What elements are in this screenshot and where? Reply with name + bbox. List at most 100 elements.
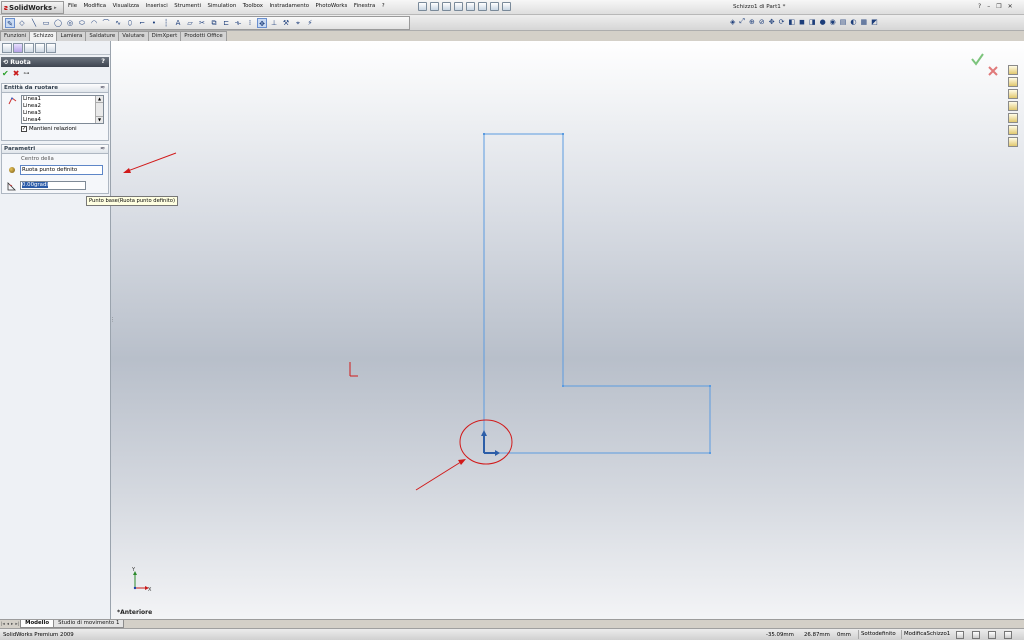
sketch-profile[interactable] [483,133,711,454]
display-style-icon[interactable]: ◼ [543,41,549,43]
hide-show-icon[interactable]: ◐ [850,18,856,26]
view-settings-icon[interactable]: ▤ [840,18,847,26]
list-item[interactable]: Linea4 [22,117,103,124]
property-manager-tab-icon[interactable] [13,43,23,53]
menu-file[interactable]: File [68,3,77,9]
offset-icon[interactable]: ⊏ [221,18,231,28]
undo-icon[interactable] [466,2,475,11]
save-icon[interactable] [442,2,451,11]
zoom-area-icon[interactable]: ⊕ [749,18,755,26]
tab-funzioni[interactable]: Funzioni [0,31,31,41]
keep-relations-checkbox[interactable]: ✓ [21,126,27,132]
restore-icon[interactable]: ❐ [996,3,1001,10]
cancel-x-icon[interactable]: ✖ [13,69,20,78]
close-icon[interactable]: ✕ [1008,3,1013,10]
panel-splitter-handle[interactable]: ⋮ [110,318,115,332]
zoom-to-fit-icon[interactable]: ⤢ [499,41,505,43]
zoom-fit-icon[interactable]: ⤢ [739,17,745,26]
scene-icon[interactable]: ◉ [830,18,836,26]
pan-icon[interactable]: ✥ [769,18,775,26]
tab-dimxpert[interactable]: DimXpert [147,31,182,41]
entities-group-header[interactable]: Entità da ruotare ≈ [2,84,108,93]
open-folder-icon[interactable] [430,2,439,11]
search-icon[interactable] [1008,101,1018,111]
plane-icon[interactable]: ▱ [185,18,195,28]
shadow-icon[interactable]: ◩ [871,18,878,26]
trim-icon[interactable]: ✂ [197,18,207,28]
resources-icon[interactable] [1008,65,1018,75]
tangent-arc-icon[interactable]: ⌒ [101,18,111,28]
edit-appearance-icon[interactable]: ● [561,41,567,43]
chevron-up-icon[interactable]: ≈ [100,84,105,91]
next-tab-icon[interactable]: ▸ [11,622,13,627]
base-point-field[interactable]: Ruota punto definito [20,165,103,175]
slot-icon[interactable]: ⬭ [77,18,87,28]
tab-modello[interactable]: Modello [20,620,55,628]
menu-toolbox[interactable]: Toolbox [243,3,263,9]
help-icon[interactable]: ? [101,57,105,65]
select-icon[interactable] [478,2,487,11]
centerline-icon[interactable]: ┆ [161,18,171,28]
chevron-up-icon[interactable]: ≈ [100,145,105,152]
print-icon[interactable] [454,2,463,11]
ok-check-icon[interactable]: ✔ [2,69,9,78]
perimeter-circle-icon[interactable]: ◎ [65,18,75,28]
rebuild-icon[interactable] [490,2,499,11]
shaded-icon[interactable]: ◼ [799,18,805,26]
tab-lamiera[interactable]: Lamiera [56,31,87,41]
angle-input[interactable]: 0.00gradi [20,181,86,190]
line-icon[interactable]: ╲ [29,18,39,28]
pattern-icon[interactable]: ⁞ [245,18,255,28]
appearance-icon[interactable]: ● [820,18,826,26]
menu-photoworks[interactable]: PhotoWorks [316,3,348,9]
help-icon[interactable]: ? [978,3,981,10]
point-icon[interactable]: • [149,18,159,28]
view-orientation-icon[interactable]: ◈ [730,18,735,26]
list-scrollbar[interactable]: ▲ ▼ [95,96,103,123]
tab-studio-movimento[interactable]: Studio di movimento 1 [53,620,125,628]
last-tab-icon[interactable]: ▸| [15,622,19,627]
base-point-origin[interactable] [481,430,500,456]
new-document-icon[interactable] [418,2,427,11]
entities-list[interactable]: Linea1 Linea2 Linea3 Linea4 ▲ ▼ [21,95,104,124]
circle-icon[interactable]: ◯ [53,18,63,28]
file-explorer-icon[interactable] [1008,89,1018,99]
arc-icon[interactable]: ◠ [89,18,99,28]
tab-schizzo[interactable]: Schizzo [29,31,58,41]
prev-tab-icon[interactable]: ◂ [7,622,9,627]
tab-prodotti-office[interactable]: Prodotti Office [180,31,227,41]
tab-saldature[interactable]: Saldature [85,31,120,41]
custom-properties-icon[interactable] [1008,137,1018,147]
menu-visualizza[interactable]: Visualizza [113,3,140,9]
list-item[interactable]: Linea1 [22,96,103,103]
rapid-sketch-icon[interactable]: ⚡ [305,18,315,28]
confirm-cancel-icon[interactable] [988,66,998,76]
solidworks-logo-menu[interactable]: ƨ SolidWorks ▸ [1,1,64,14]
view-palette-icon[interactable] [1008,113,1018,123]
scroll-up-icon[interactable]: ▲ [96,96,103,103]
menu-help[interactable]: ? [382,3,385,9]
section-view-icon[interactable]: ◨ [809,18,816,26]
rectangle-icon[interactable]: ▭ [41,18,51,28]
menu-inserisci[interactable]: Inserisci [146,3,168,9]
pushpin-icon[interactable]: ⊶ [23,70,29,77]
display-relations-icon[interactable]: ⊥ [269,18,279,28]
menu-instradamento[interactable]: Instradamento [269,3,309,9]
hide-show-items-icon[interactable]: ◐ [552,41,558,43]
display-manager-tab-icon[interactable] [46,43,56,53]
convert-entities-icon[interactable]: ⧉ [209,18,219,28]
sketch-icon[interactable]: ✎ [5,18,15,28]
confirm-ok-icon[interactable] [971,53,984,66]
options-icon[interactable] [502,2,511,11]
repair-sketch-icon[interactable]: ⚒ [281,18,291,28]
zoom-in-out-icon[interactable]: ⊘ [759,18,765,26]
appearances-icon[interactable] [1008,125,1018,135]
ellipse-icon[interactable]: ⬯ [125,18,135,28]
spline-icon[interactable]: ∿ [113,18,123,28]
menu-modifica[interactable]: Modifica [84,3,107,9]
units-icon[interactable] [972,631,980,639]
smart-dimension-icon[interactable]: ◇ [17,18,27,28]
menu-simulation[interactable]: Simulation [208,3,237,9]
quick-snaps-icon[interactable]: ⌖ [293,18,303,28]
design-library-icon[interactable] [1008,77,1018,87]
